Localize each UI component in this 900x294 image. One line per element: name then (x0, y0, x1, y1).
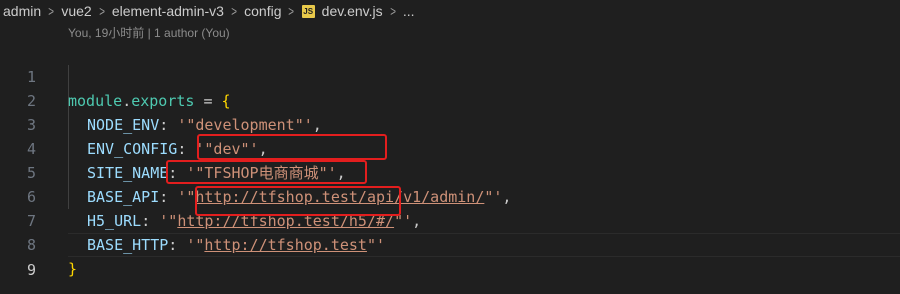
breadcrumb-item-vue2[interactable]: vue2 (61, 3, 91, 19)
chevron-right-icon: > (389, 3, 396, 19)
breadcrumb-item-element-admin-v3[interactable]: element-admin-v3 (112, 3, 224, 19)
breadcrumb-item-admin[interactable]: admin (3, 3, 41, 19)
code-line-8: 8 } (0, 209, 900, 278)
chevron-right-icon: > (98, 3, 105, 19)
code-line-6: 6 H5_URL: '"http://tfshop.test/h5/#/"', (0, 161, 900, 230)
code-line-9[interactable]: 9 (27, 233, 900, 279)
code-editor[interactable]: 1 module.exports = { 2 NODE_ENV: '"devel… (0, 41, 900, 279)
breadcrumb-item-file[interactable]: dev.env.js (322, 3, 383, 19)
line-number: 9 (26, 261, 36, 279)
git-blame-codelens[interactable]: You, 19小时前 | 1 author (You) (68, 24, 230, 41)
code-line-2: 2 NODE_ENV: '"development"', (0, 65, 900, 134)
chevron-right-icon: > (48, 3, 55, 19)
code-line-1: 1 module.exports = { (0, 41, 900, 110)
breadcrumb-item-config[interactable]: config (244, 3, 281, 19)
code-line-3: 3 ENV_CONFIG: '"dev"', (0, 89, 900, 158)
code-line-7: 7 BASE_HTTP: '"http://tfshop.test"' (0, 185, 900, 254)
breadcrumb: admin > vue2 > element-admin-v3 > config… (0, 0, 900, 22)
line-number: 8 (26, 236, 36, 254)
code-line-4: 4 SITE_NAME: '"TFSHOP电商商城"', (0, 113, 900, 182)
chevron-right-icon: > (231, 3, 237, 19)
code-line-5: 5 BASE_API: '"http://tfshop.test/api/v1/… (0, 137, 900, 206)
breadcrumb-more[interactable]: ... (403, 3, 415, 19)
chevron-right-icon: > (288, 3, 295, 19)
javascript-file-icon: JS (301, 4, 315, 18)
